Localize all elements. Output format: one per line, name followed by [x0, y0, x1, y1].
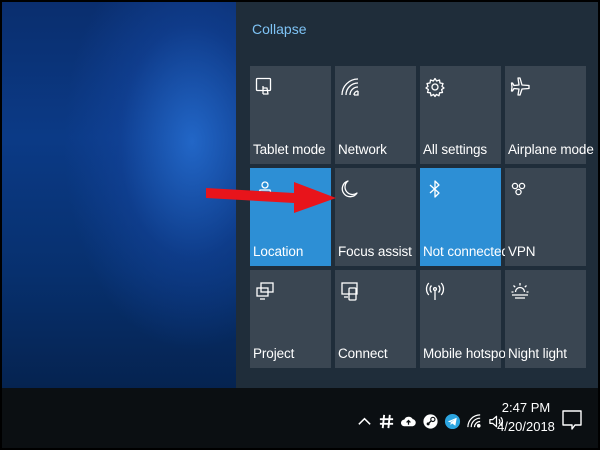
- quick-actions-grid: Tablet mode Network All settings Airplan…: [250, 66, 594, 368]
- wifi-icon[interactable]: [463, 410, 485, 432]
- tablet-mode-icon: [254, 76, 276, 98]
- network-icon: [339, 76, 361, 98]
- tile-network[interactable]: Network: [335, 66, 416, 164]
- tile-airplane-mode[interactable]: Airplane mode: [505, 66, 594, 164]
- tile-project[interactable]: Project: [250, 270, 331, 368]
- tile-label: All settings: [423, 142, 488, 157]
- action-center-panel: Collapse Tablet mode Network All setting…: [236, 2, 598, 388]
- tile-label: Location: [253, 244, 304, 259]
- action-center-icon[interactable]: [560, 408, 584, 432]
- tile-label: Night light: [508, 346, 567, 361]
- taskbar-clock[interactable]: 2:47 PM 4/20/2018: [495, 398, 557, 436]
- clock-time: 2:47 PM: [501, 400, 551, 415]
- clock-date: 4/20/2018: [497, 419, 555, 434]
- collapse-link[interactable]: Collapse: [252, 21, 306, 37]
- hotspot-icon: [424, 280, 446, 302]
- tile-bluetooth[interactable]: Not connected: [420, 168, 509, 266]
- bluetooth-icon: [424, 178, 446, 200]
- project-icon: [254, 280, 276, 302]
- taskbar: 2:47 PM 4/20/2018: [2, 388, 598, 448]
- vpn-icon: [509, 178, 531, 200]
- tile-focus-assist[interactable]: Focus assist: [335, 168, 416, 266]
- tile-label: Airplane mode: [508, 142, 594, 157]
- telegram-icon[interactable]: [441, 410, 463, 432]
- tile-vpn[interactable]: VPN: [505, 168, 586, 266]
- tile-night-light[interactable]: Night light: [505, 270, 586, 368]
- screenshot-frame: Collapse Tablet mode Network All setting…: [0, 0, 600, 450]
- slack-icon[interactable]: [375, 410, 397, 432]
- tile-connect[interactable]: Connect: [335, 270, 416, 368]
- tile-tablet-mode[interactable]: Tablet mode: [250, 66, 331, 164]
- sun-icon: [509, 280, 531, 302]
- tile-label: Connect: [338, 346, 388, 361]
- tile-label: Focus assist: [338, 244, 412, 259]
- moon-icon: [339, 178, 361, 200]
- tile-all-settings[interactable]: All settings: [420, 66, 501, 164]
- gear-icon: [424, 76, 446, 98]
- desktop-wallpaper: [2, 2, 236, 388]
- airplane-icon: [509, 76, 531, 98]
- cloud-upload-icon[interactable]: [397, 410, 419, 432]
- tile-label: Mobile hotspot: [423, 346, 510, 361]
- tile-mobile-hotspot[interactable]: Mobile hotspot: [420, 270, 510, 368]
- chevron-up-icon[interactable]: [353, 410, 375, 432]
- tile-location[interactable]: Location: [250, 168, 331, 266]
- tile-label: Tablet mode: [253, 142, 326, 157]
- steam-icon[interactable]: [419, 410, 441, 432]
- tile-label: Not connected: [423, 244, 509, 259]
- tile-label: VPN: [508, 244, 536, 259]
- tile-label: Project: [253, 346, 295, 361]
- location-icon: [254, 178, 276, 200]
- system-tray: [353, 410, 507, 432]
- tile-label: Network: [338, 142, 387, 157]
- connect-icon: [339, 280, 361, 302]
